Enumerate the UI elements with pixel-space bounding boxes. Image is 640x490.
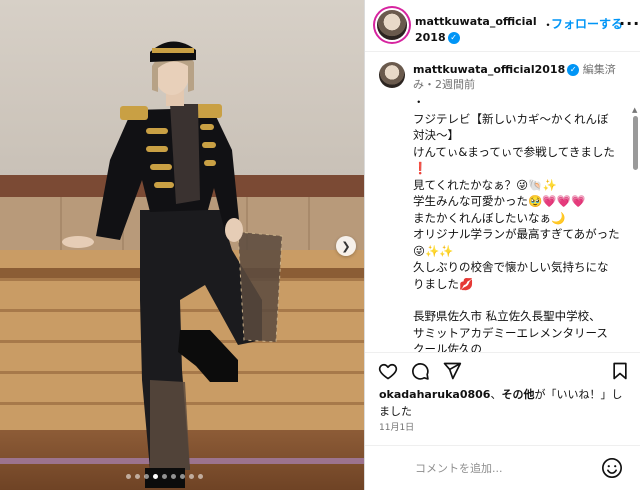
- likes-connector: 、: [490, 388, 502, 401]
- caption-line: 😜✨✨: [413, 243, 454, 258]
- carousel-dots: [126, 474, 203, 479]
- carousel-dot[interactable]: [126, 474, 131, 479]
- caption-line: またかくれんぼしたいなぁ🌙: [413, 210, 566, 225]
- more-icon[interactable]: ···: [619, 14, 640, 33]
- caption-line: 見てくれたかなぁ？😜🐚✨: [413, 177, 557, 192]
- caption-line: クール佐久の: [413, 342, 482, 352]
- carousel-dot[interactable]: [180, 474, 185, 479]
- caption-line: けんてぃ&まってぃで参戦してきました: [413, 144, 615, 159]
- caption-line: サミットアカデミーエレメンタリース: [413, 325, 608, 340]
- header-username-text[interactable]: mattkuwata_official2018: [415, 15, 537, 44]
- comment-input[interactable]: [415, 458, 585, 478]
- next-slide-button[interactable]: ❯: [336, 236, 356, 256]
- caption-line: ❗️: [413, 161, 428, 175]
- share-icon[interactable]: [441, 360, 463, 382]
- caption-line: 対決〜】: [413, 128, 459, 142]
- carousel-dot[interactable]: [135, 474, 140, 479]
- caption-avatar[interactable]: [379, 62, 405, 88]
- caption-line: 学生みんな可愛かった🥹💗💗💗: [413, 194, 586, 208]
- scroll-up-icon[interactable]: ▲: [632, 106, 637, 114]
- post-caption: mattkuwata_official2018 ✓ 編集済み・2週間前 ・フジテレ…: [365, 52, 640, 352]
- comment-icon[interactable]: [409, 360, 431, 382]
- caption-line: ・: [413, 95, 425, 109]
- carousel-dot[interactable]: [171, 474, 176, 479]
- caption-line: 長野県佐久市 私立佐久長聖中学校、: [413, 309, 601, 323]
- follow-button[interactable]: フォローする: [551, 15, 623, 32]
- likes-others-link[interactable]: その他: [501, 388, 534, 401]
- post-header: mattkuwata_official2018 ✓ ・ フォローする ···: [365, 0, 640, 52]
- post-side-panel: mattkuwata_official2018 ✓ ・ フォローする ··· ma…: [364, 0, 640, 490]
- author-avatar[interactable]: [377, 10, 407, 40]
- caption-header: mattkuwata_official2018 ✓ 編集済み・2週間前: [413, 62, 623, 92]
- caption-separator: ・: [424, 78, 435, 91]
- likes-summary: okadaharuka0806、その他が「いいね！」しました: [379, 386, 631, 420]
- carousel-dot[interactable]: [162, 474, 167, 479]
- caption-scrollbar[interactable]: [633, 116, 638, 170]
- carousel-dot[interactable]: [198, 474, 203, 479]
- post-photo[interactable]: ❯: [0, 0, 364, 490]
- time-ago[interactable]: 2週間前: [435, 78, 475, 91]
- save-icon[interactable]: [609, 360, 631, 382]
- verified-badge-icon: ✓: [447, 32, 460, 44]
- caption-line: フジテレビ【新しいカギ〜かくれんぼ: [413, 111, 609, 126]
- carousel-dot[interactable]: [189, 474, 194, 479]
- action-bar: [365, 352, 640, 388]
- post-date[interactable]: 11月1日: [379, 420, 414, 433]
- caption-line: りました💋: [413, 276, 474, 291]
- like-icon[interactable]: [377, 360, 399, 382]
- caption-text: ・フジテレビ【新しいカギ〜かくれんぼ 対決〜】けんてぃ&まってぃで参戦してきました…: [413, 94, 625, 352]
- caption-verified-icon: ✓: [567, 64, 580, 76]
- carousel-dot[interactable]: [144, 474, 149, 479]
- comment-bar: [365, 445, 640, 490]
- caption-line: 久しぶりの校舎で懐かしい気持ちにな: [413, 260, 609, 274]
- caption-line: [413, 292, 625, 308]
- liker-username[interactable]: okadaharuka0806: [379, 388, 490, 401]
- emoji-icon[interactable]: [601, 457, 623, 479]
- carousel-dot[interactable]: [153, 474, 158, 479]
- author-username[interactable]: mattkuwata_official2018 ✓: [415, 14, 539, 46]
- caption-username[interactable]: mattkuwata_official2018: [413, 63, 565, 76]
- caption-line: オリジナル学ランが最高すぎてあがった: [413, 227, 620, 241]
- person-figure: [62, 41, 283, 488]
